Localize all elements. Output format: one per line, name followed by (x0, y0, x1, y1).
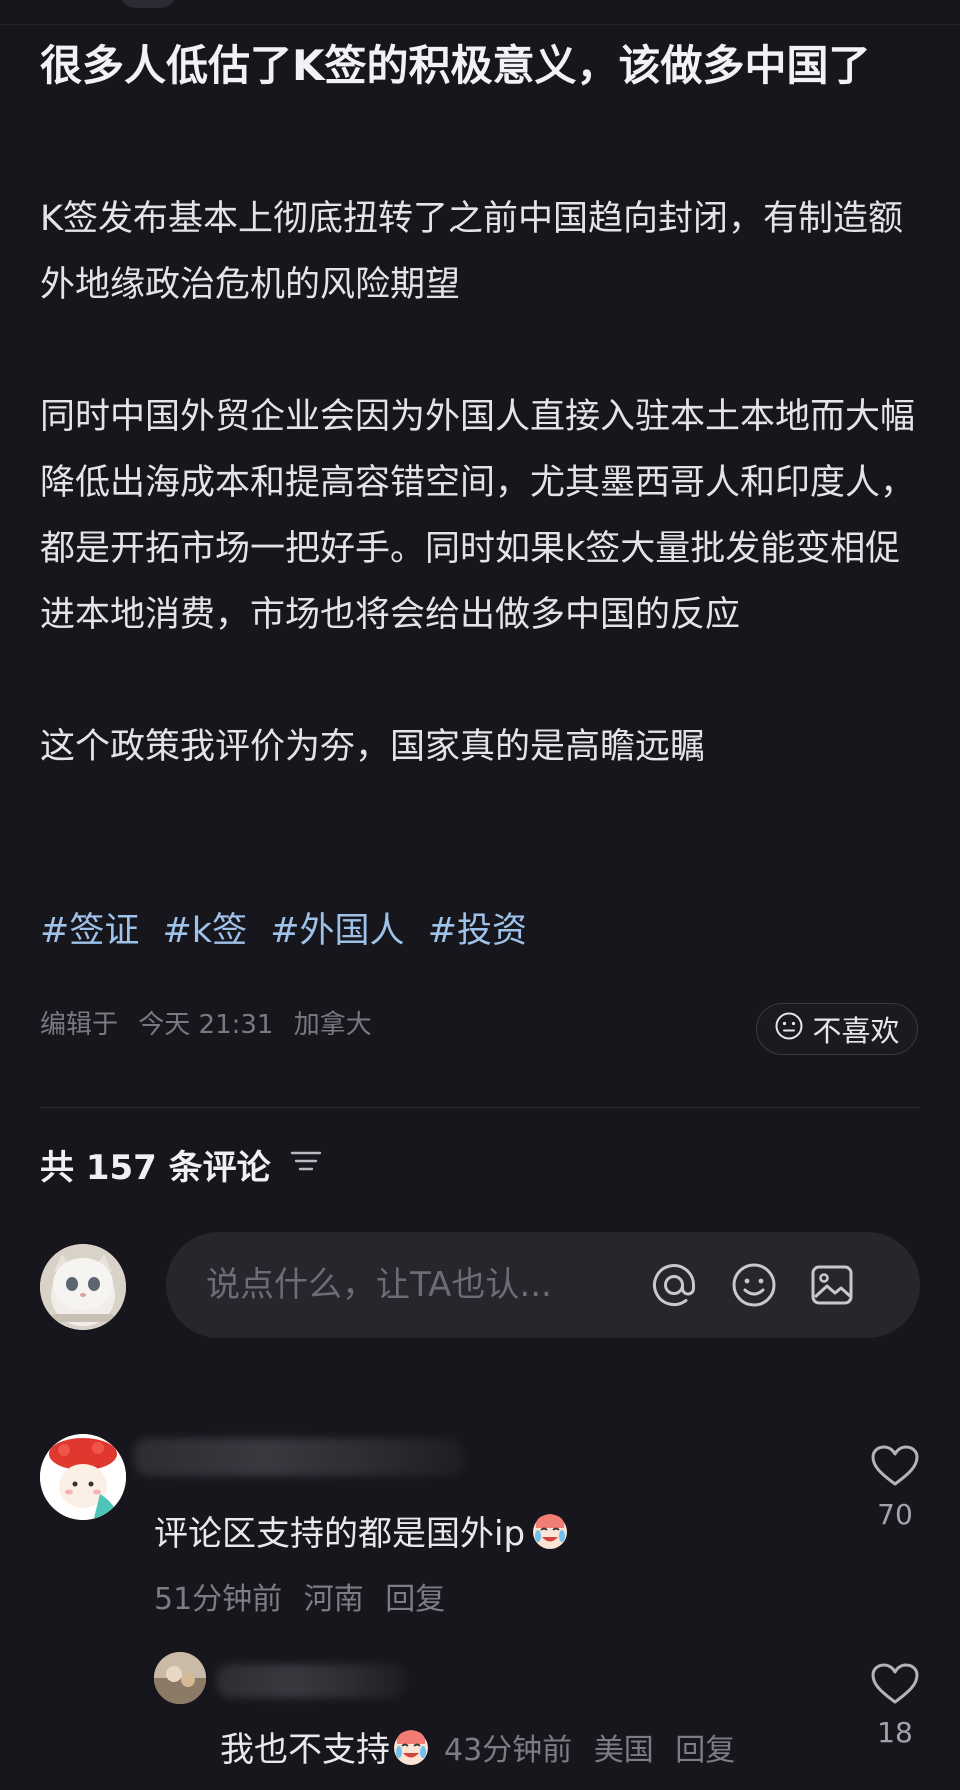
comment-input[interactable]: 说点什么，让TA也认... (166, 1232, 920, 1338)
post-meta: 编辑于 今天 21:31 加拿大 (40, 1004, 384, 1041)
comment-body: 评论区支持的都是国外ip (154, 1506, 571, 1555)
heart-outline-icon (871, 1663, 919, 1704)
reply-like-count: 18 (877, 1716, 913, 1749)
post-paragraph-3: 这个政策我评价为夯，国家真的是高瞻远瞩 (40, 727, 706, 767)
section-divider (40, 1107, 920, 1108)
comment-count: 共 157 条评论 (40, 1148, 271, 1188)
comment-text: 评论区支持的都是国外ip (154, 1514, 526, 1554)
hashtag-investment[interactable]: #投资 (428, 911, 527, 951)
commenter-avatar[interactable] (40, 1434, 126, 1520)
hashtag-visa[interactable]: #签证 (40, 911, 139, 951)
sad-face-icon (774, 1011, 804, 1048)
my-avatar[interactable] (40, 1244, 126, 1330)
comment-count-header: 共 157 条评论 (40, 1140, 323, 1189)
post-body: K签发布基本上彻底扭转了之前中国趋向封闭，有制造额外地缘政治危机的风险期望 同时… (40, 186, 930, 780)
image-icon[interactable] (804, 1257, 860, 1313)
hashtag-list: #签证 #k签 #外国人 #投资 (40, 898, 539, 964)
heart-outline-icon (871, 1445, 919, 1486)
at-icon[interactable] (646, 1257, 702, 1313)
post-paragraph-2: 同时中国外贸企业会因为外国人直接入驻本土本地而大幅降低出海成本和提高容错空间，尤… (40, 397, 916, 635)
comment-like-count: 70 (877, 1498, 913, 1531)
crying-laughing-emoji (533, 1513, 568, 1549)
commenter-name-blurred[interactable] (134, 1438, 464, 1476)
edited-label: 编辑于 (40, 1010, 119, 1040)
smiley-icon[interactable] (726, 1257, 782, 1313)
replier-avatar[interactable] (154, 1652, 206, 1704)
reply-text: 我也不支持 (220, 1730, 390, 1770)
crying-laughing-emoji (394, 1729, 428, 1765)
reply-body: 我也不支持 43分钟前 美国 回复 (220, 1722, 747, 1771)
hashtag-foreigners[interactable]: #外国人 (270, 911, 404, 951)
comment-input-placeholder: 说点什么，让TA也认... (206, 1265, 552, 1305)
sort-lines-icon[interactable] (289, 1145, 323, 1185)
reply-time: 43分钟前 (444, 1732, 573, 1768)
top-avatar-partial (120, 0, 176, 8)
post-paragraph-1: K签发布基本上彻底扭转了之前中国趋向封闭，有制造额外地缘政治危机的风险期望 (40, 199, 903, 305)
comment-reply-button[interactable]: 回复 (385, 1582, 445, 1617)
reply-reply-button[interactable]: 回复 (675, 1733, 735, 1768)
replier-name-blurred[interactable] (216, 1664, 406, 1698)
comment-like-button[interactable]: 70 (860, 1444, 930, 1531)
reply-like-button[interactable]: 18 (860, 1662, 930, 1749)
post-title: 很多人低估了K签的积极意义，该做多中国了 (40, 41, 871, 90)
comment-meta: 51分钟前 河南 回复 (154, 1574, 457, 1618)
reply-location: 美国 (593, 1732, 654, 1768)
top-divider (0, 24, 960, 25)
post-location: 加拿大 (293, 1010, 372, 1040)
dislike-button[interactable]: 不喜欢 (756, 1003, 918, 1055)
comment-location: 河南 (303, 1582, 364, 1617)
hashtag-k-visa[interactable]: #k签 (162, 911, 247, 951)
edited-time: 今天 21:31 (138, 1010, 274, 1040)
comment-time: 51分钟前 (154, 1582, 283, 1617)
reply-meta: 43分钟前 美国 回复 (444, 1725, 747, 1769)
dislike-label: 不喜欢 (812, 1014, 900, 1048)
